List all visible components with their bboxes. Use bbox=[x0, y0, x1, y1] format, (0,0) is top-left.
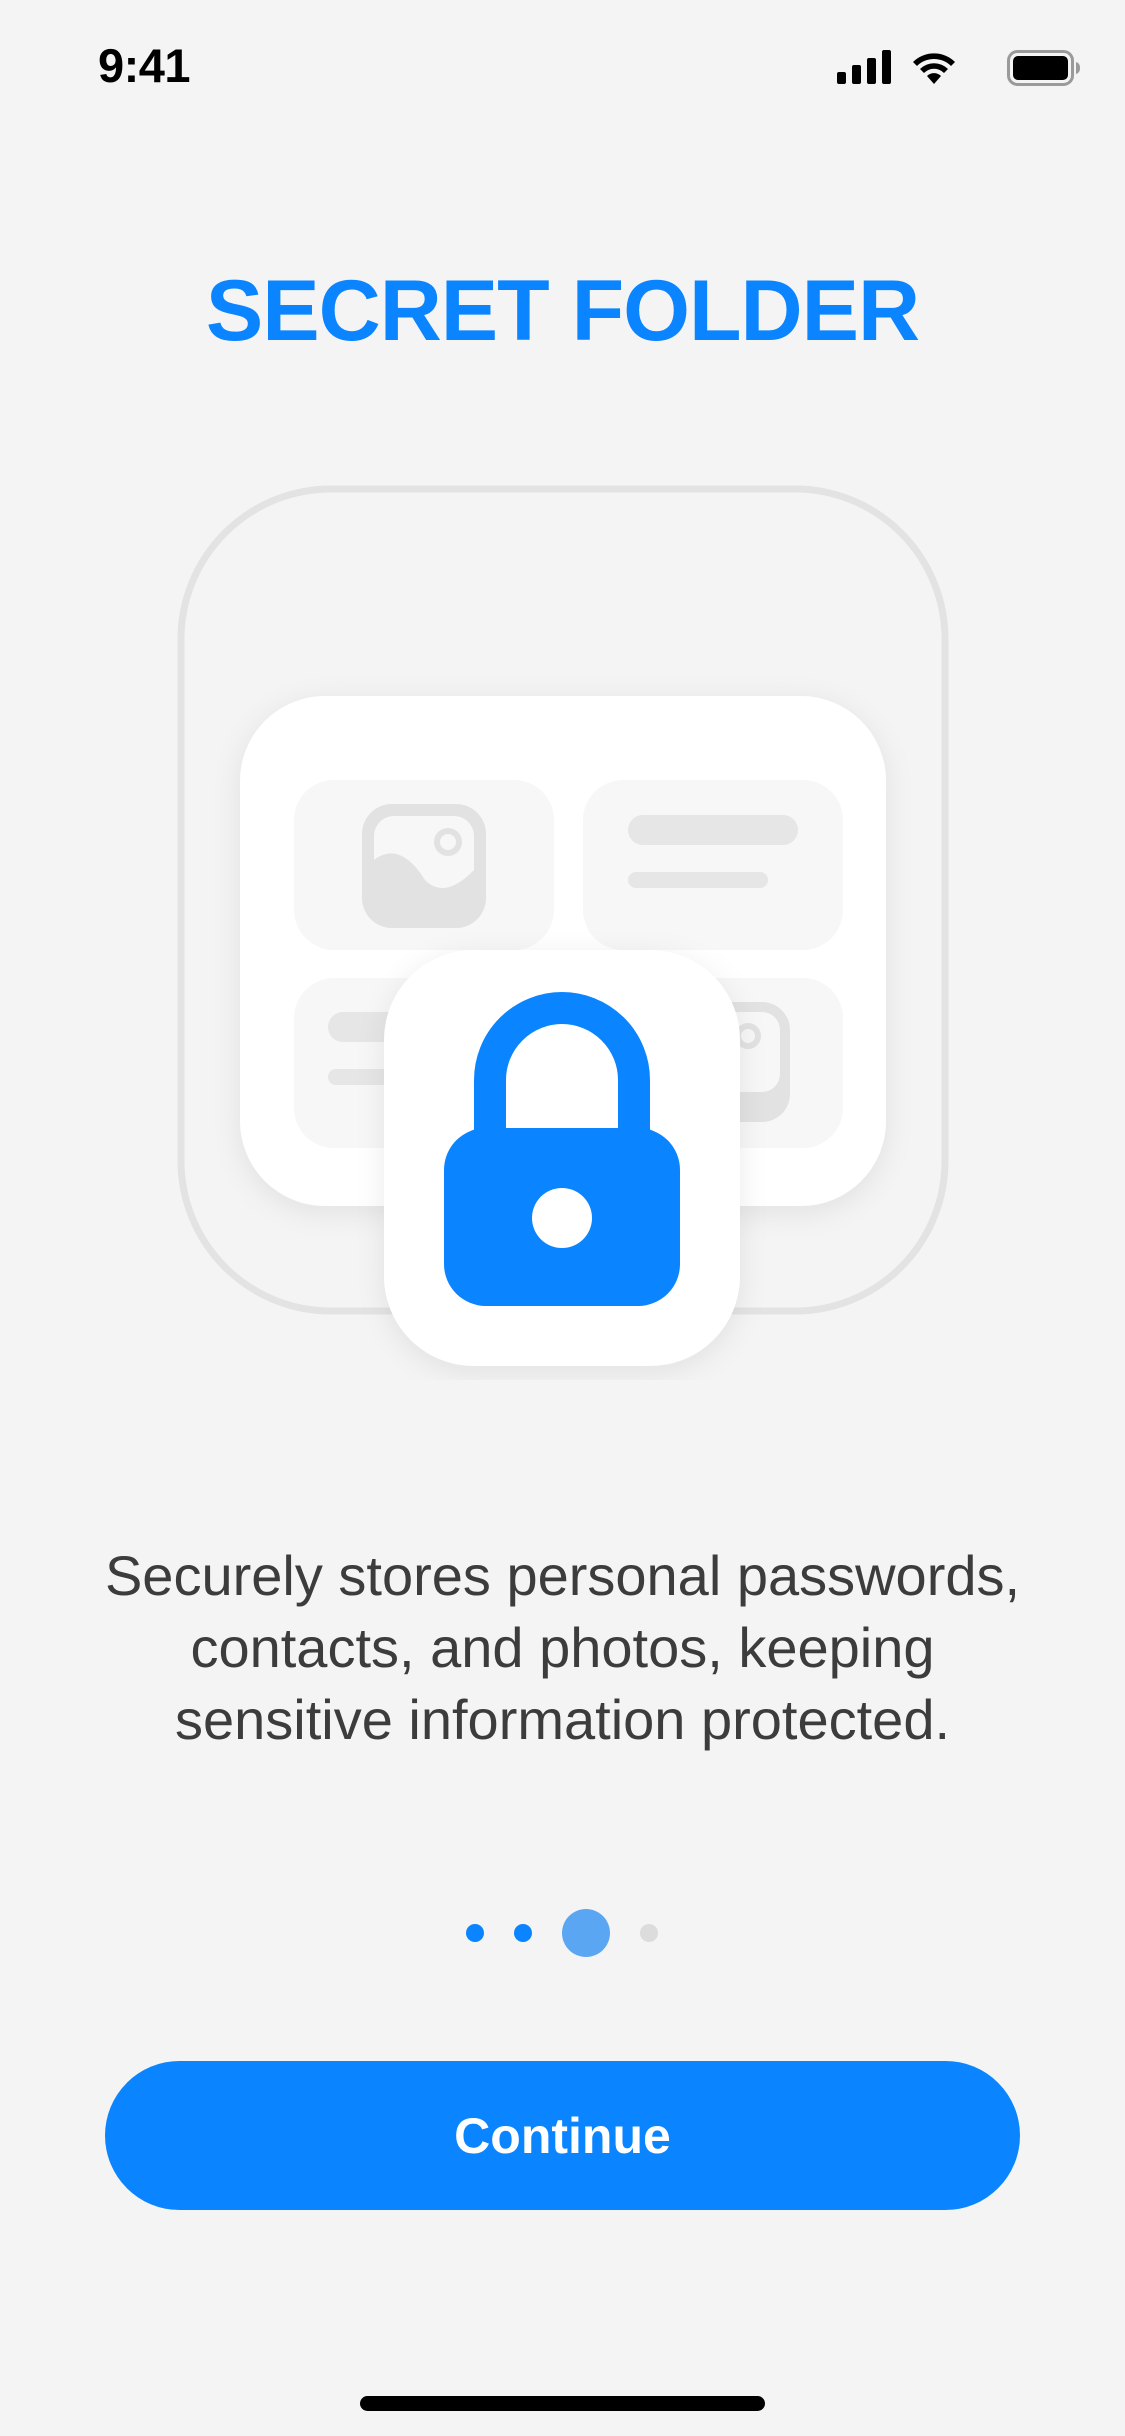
page-dot-4[interactable] bbox=[640, 1924, 658, 1942]
page-dot-3-current[interactable] bbox=[562, 1909, 610, 1957]
page-indicator[interactable] bbox=[0, 1905, 1125, 1961]
page-dot-2[interactable] bbox=[514, 1924, 532, 1942]
continue-button[interactable]: Continue bbox=[105, 2061, 1020, 2210]
secret-folder-illustration bbox=[177, 485, 949, 1366]
photo-icon bbox=[362, 804, 486, 928]
status-time: 9:41 bbox=[98, 39, 191, 92]
home-indicator[interactable] bbox=[360, 2396, 765, 2411]
page-title: SECRET FOLDER bbox=[205, 263, 920, 359]
note-tile bbox=[583, 780, 843, 950]
battery-icon bbox=[1007, 50, 1080, 86]
wifi-icon bbox=[913, 53, 955, 84]
page-dot-1[interactable] bbox=[466, 1924, 484, 1942]
status-bar: 9:41 bbox=[0, 0, 1125, 135]
onboarding-description: Securely stores personal passwords, cont… bbox=[104, 1544, 1021, 1751]
cellular-signal-icon bbox=[837, 50, 891, 84]
